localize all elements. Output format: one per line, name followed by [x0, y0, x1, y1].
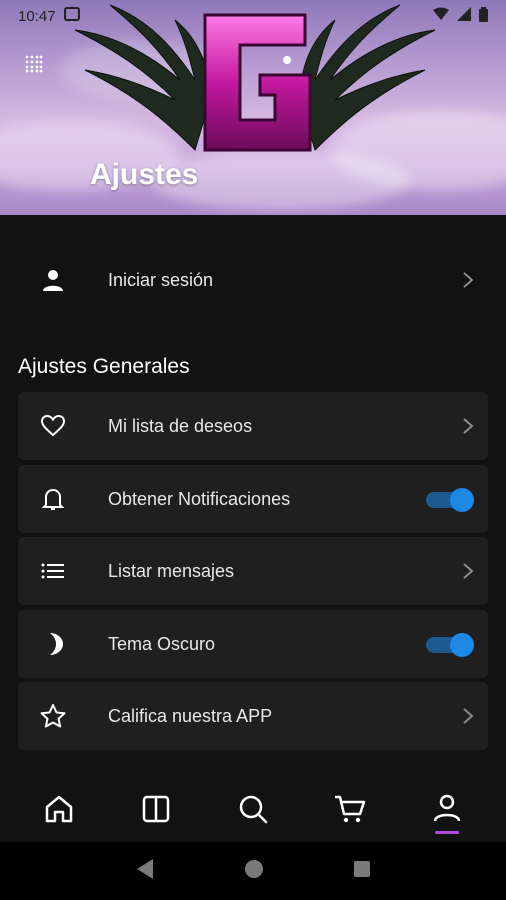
notifications-toggle[interactable] — [426, 488, 474, 512]
star-icon — [18, 704, 88, 728]
heart-icon — [18, 415, 88, 437]
search-icon — [239, 795, 268, 823]
profile-icon — [434, 794, 461, 821]
moon-icon — [18, 632, 88, 656]
chevron-right-icon — [448, 271, 488, 289]
dark-theme-label: Tema Oscuro — [108, 633, 216, 654]
dark-theme-toggle[interactable] — [426, 633, 474, 657]
settings-content: Iniciar sesión Ajustes Generales Mi list… — [0, 215, 506, 775]
chevron-right-icon — [448, 562, 488, 580]
app-logo — [74, 4, 436, 152]
battery-icon — [479, 6, 488, 26]
person-icon — [18, 268, 88, 292]
rate-app-item[interactable]: Califica nuestra APP — [18, 682, 488, 750]
chevron-right-icon — [448, 417, 488, 435]
nav-cart[interactable] — [325, 784, 375, 834]
nav-home[interactable] — [34, 784, 84, 834]
messages-label: Listar mensajes — [108, 560, 235, 581]
notifications-label: Obtener Notificaciones — [108, 488, 291, 509]
dark-theme-item: Tema Oscuro — [18, 610, 488, 678]
system-nav-bar — [0, 842, 506, 900]
bottom-nav — [0, 775, 506, 842]
wishlist-item[interactable]: Mi lista de deseos — [18, 392, 488, 460]
rate-app-label: Califica nuestra APP — [108, 705, 273, 726]
login-row[interactable]: Iniciar sesión — [18, 245, 488, 315]
bell-icon — [18, 487, 88, 511]
home-icon — [45, 795, 72, 822]
section-title: Ajustes Generales — [18, 355, 190, 378]
recents-icon[interactable] — [353, 860, 371, 883]
page-title: Ajustes — [90, 158, 199, 191]
notifications-item: Obtener Notificaciones — [18, 465, 488, 533]
chevron-right-icon — [448, 707, 488, 725]
cart-icon — [335, 795, 366, 822]
nav-search[interactable] — [228, 784, 278, 834]
home-button-icon[interactable] — [244, 859, 264, 884]
book-icon — [142, 795, 170, 822]
nav-profile[interactable] — [422, 784, 472, 834]
messages-item[interactable]: Listar mensajes — [18, 537, 488, 605]
back-icon[interactable] — [135, 858, 155, 885]
list-icon — [18, 562, 88, 580]
wishlist-label: Mi lista de deseos — [108, 415, 253, 436]
header-banner: 10:47 Ajustes — [0, 0, 506, 215]
grid-menu-icon[interactable] — [25, 55, 43, 73]
active-indicator — [435, 830, 460, 834]
signal-icon — [457, 7, 471, 25]
nav-catalog[interactable] — [131, 784, 181, 834]
login-label: Iniciar sesión — [108, 269, 214, 290]
status-time: 10:47 — [18, 7, 56, 25]
